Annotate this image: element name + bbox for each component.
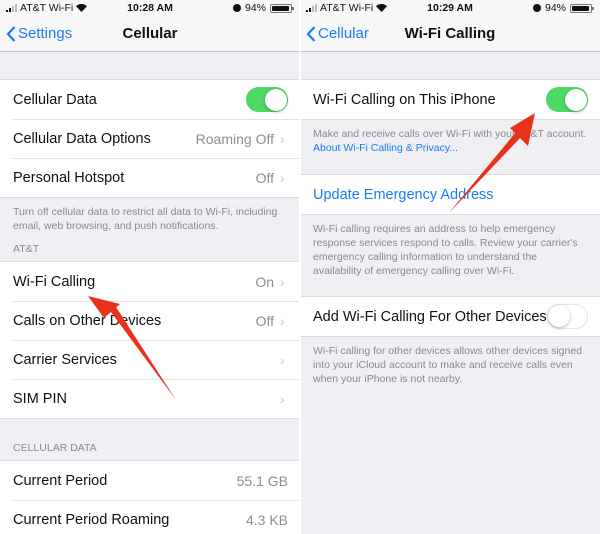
row-label: Wi-Fi Calling [13, 273, 96, 290]
navigation-bar: Cellular Wi-Fi Calling [300, 16, 600, 52]
current-period-roaming-row: Current Period Roaming 4.3 KB [0, 500, 300, 534]
cellular-data-options-row[interactable]: Cellular Data Options Roaming Off › [0, 119, 300, 158]
battery-icon [270, 3, 294, 13]
personal-hotspot-row[interactable]: Personal Hotspot Off › [0, 158, 300, 197]
row-label: Carrier Services [13, 351, 117, 368]
battery-icon [570, 3, 594, 13]
alarm-icon [532, 4, 541, 12]
section-header-cellular-data: Cellular Data [13, 442, 97, 454]
cellular-data-footer: Turn off cellular data to restrict all d… [13, 206, 278, 232]
chevron-right-icon: › [280, 273, 285, 290]
row-value: Off [255, 312, 274, 329]
chevron-right-icon: › [280, 130, 285, 147]
add-wifi-calling-other-devices-row: Add Wi-Fi Calling For Other Devices [300, 297, 600, 336]
row-label: Cellular Data [13, 91, 97, 108]
sim-pin-row[interactable]: SIM PIN › [0, 379, 300, 418]
chevron-right-icon: › [280, 169, 285, 186]
calls-on-other-devices-row[interactable]: Calls on Other Devices Off › [0, 301, 300, 340]
wifi-calling-screen: AT&T Wi-Fi 10:29 AM 94% Cellular Wi-Fi C… [300, 0, 600, 534]
row-value: 4.3 KB [245, 511, 288, 528]
section-header-carrier: AT&T [13, 243, 40, 255]
usage-group: Current Period 55.1 GB Current Period Ro… [0, 460, 300, 534]
chevron-right-icon: › [280, 312, 285, 329]
row-value: Roaming Off [195, 130, 274, 147]
row-value: 55.1 GB [236, 472, 288, 489]
other-devices-toggle[interactable] [546, 304, 588, 329]
about-wifi-calling-link[interactable]: About Wi-Fi Calling & Privacy... [313, 142, 458, 154]
row-label: Cellular Data Options [13, 130, 151, 147]
status-bar: AT&T Wi-Fi 10:29 AM 94% [300, 0, 600, 16]
navigation-bar: Settings Cellular [0, 16, 300, 52]
row-label: Calls on Other Devices [13, 312, 162, 329]
row-label: Current Period Roaming [13, 511, 170, 528]
current-period-row: Current Period 55.1 GB [0, 461, 300, 500]
update-emergency-address-row[interactable]: Update Emergency Address [300, 175, 600, 214]
back-label: Settings [18, 25, 73, 42]
row-label: SIM PIN [13, 390, 67, 407]
chevron-right-icon: › [280, 390, 285, 407]
chevron-right-icon: › [280, 351, 285, 368]
row-value: Off [255, 169, 274, 186]
back-label: Cellular [318, 25, 369, 42]
chevron-left-icon [306, 25, 316, 42]
cellular-settings-screen: AT&T Wi-Fi 10:28 AM 94% Settings Cellula… [0, 0, 300, 534]
wifi-calling-toggle[interactable] [546, 87, 588, 112]
row-value: On [255, 273, 274, 290]
carrier-services-row[interactable]: Carrier Services › [0, 340, 300, 379]
cellular-data-row: Cellular Data [0, 80, 300, 119]
row-label: Current Period [13, 472, 108, 489]
cellular-data-toggle[interactable] [246, 87, 288, 112]
battery-percent: 94% [244, 2, 266, 14]
emergency-footer: Wi-Fi calling requires an address to hel… [313, 223, 578, 277]
row-label: Add Wi-Fi Calling For Other Devices [313, 308, 547, 325]
alarm-icon [232, 4, 241, 12]
back-button[interactable]: Cellular [306, 25, 369, 42]
carrier-group: Wi-Fi Calling On › Calls on Other Device… [0, 261, 300, 419]
wifi-calling-group: Wi-Fi Calling on This iPhone [300, 79, 600, 120]
wifi-calling-footer: Make and receive calls over Wi-Fi with y… [300, 120, 600, 163]
chevron-left-icon [6, 25, 16, 42]
emergency-group: Update Emergency Address [300, 174, 600, 215]
back-button[interactable]: Settings [6, 25, 72, 42]
footer-text: Make and receive calls over Wi-Fi with y… [313, 128, 587, 140]
cellular-data-group: Cellular Data Cellular Data Options Roam… [0, 79, 300, 198]
row-label: Personal Hotspot [13, 169, 125, 186]
row-label: Wi-Fi Calling on This iPhone [313, 91, 496, 108]
battery-percent: 94% [544, 2, 566, 14]
wifi-calling-on-this-iphone-row: Wi-Fi Calling on This iPhone [300, 80, 600, 119]
status-bar: AT&T Wi-Fi 10:28 AM 94% [0, 0, 300, 16]
screen-divider [299, 0, 301, 534]
wifi-calling-row[interactable]: Wi-Fi Calling On › [0, 262, 300, 301]
other-devices-footer: Wi-Fi calling for other devices allows o… [313, 345, 583, 385]
update-emergency-address-button[interactable]: Update Emergency Address [313, 187, 588, 203]
other-devices-group: Add Wi-Fi Calling For Other Devices [300, 296, 600, 337]
